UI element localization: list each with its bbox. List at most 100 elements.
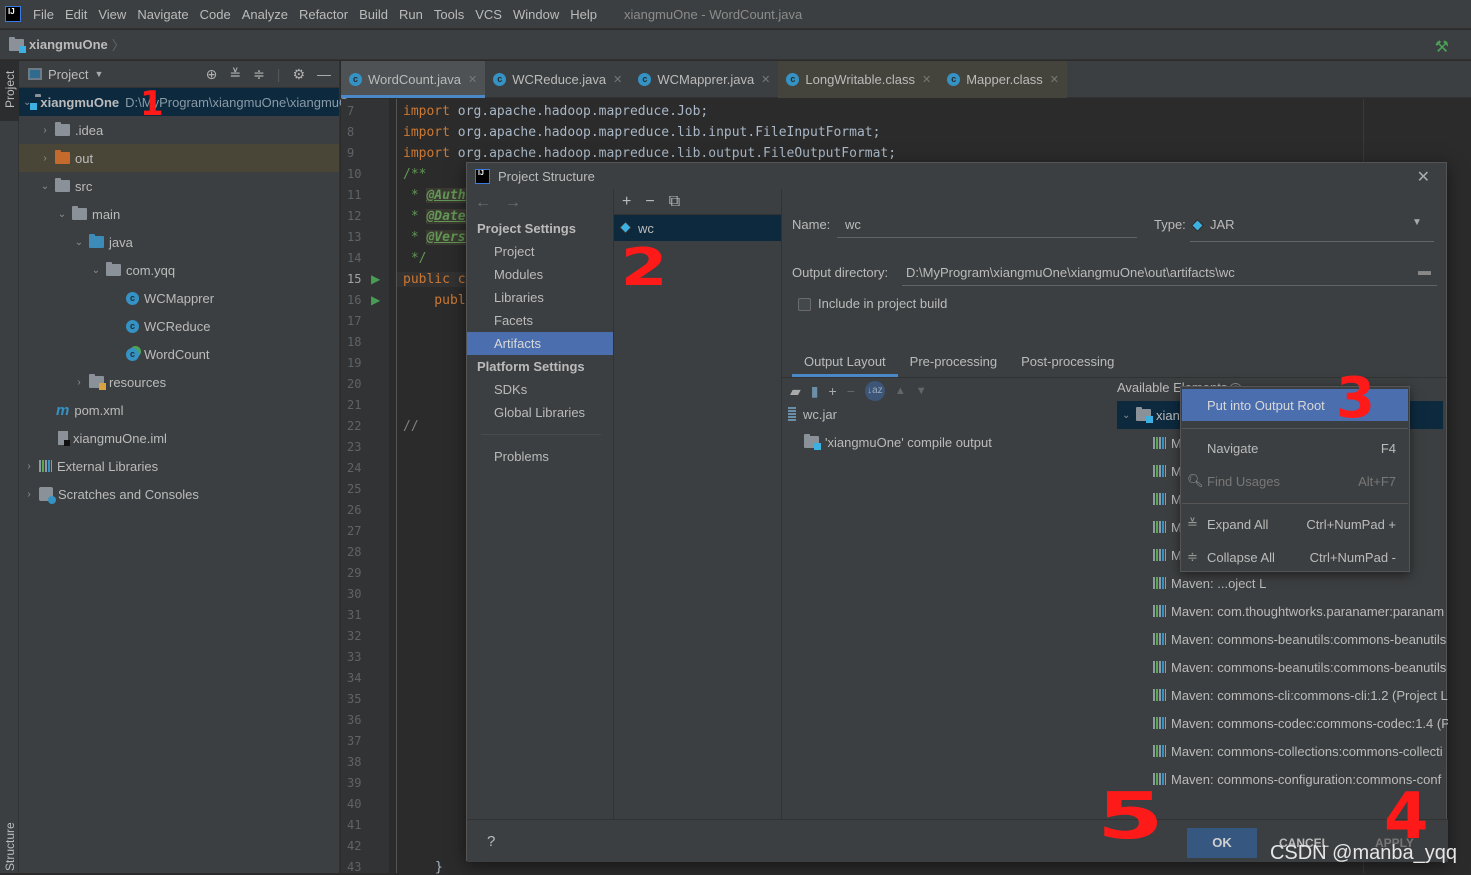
add-copy-icon[interactable]: + — [829, 383, 837, 399]
available-item[interactable]: Maven: commons-beanutils:commons-beanuti… — [1153, 625, 1448, 653]
close-icon[interactable]: ✕ — [468, 73, 477, 86]
menu-help[interactable]: Help — [570, 7, 597, 22]
tab-output-layout[interactable]: Output Layout — [792, 349, 898, 377]
copy-icon[interactable]: ⧉ — [669, 193, 680, 211]
tree-item-idea[interactable]: › .idea — [19, 116, 339, 144]
tab-wcmapprer-java[interactable]: c WCMapprer.java ✕ — [630, 61, 778, 98]
close-icon[interactable]: ✕ — [1050, 73, 1059, 86]
browse-folder-icon[interactable]: ▬ — [1418, 263, 1431, 278]
menu-vcs[interactable]: VCS — [475, 7, 502, 22]
menu-item-navigate[interactable]: Navigate F4 — [1182, 432, 1408, 464]
tree-item-wcreduce[interactable]: c WCReduce — [19, 312, 339, 340]
tree-item-wordcount[interactable]: c WordCount — [19, 340, 339, 368]
help-button[interactable]: ? — [487, 833, 495, 850]
tab-wcreduce-java[interactable]: c WCReduce.java ✕ — [485, 61, 630, 98]
add-icon[interactable]: + — [622, 193, 631, 211]
tree-item-resources[interactable]: › resources — [19, 368, 339, 396]
menu-view[interactable]: View — [98, 7, 126, 22]
available-item[interactable]: Maven: com.thoughtworks.paranamer:parana… — [1153, 597, 1448, 625]
close-icon[interactable]: ✕ — [922, 73, 931, 86]
dialog-title-bar[interactable]: IJ Project Structure — [467, 163, 1446, 189]
nav-item-modules[interactable]: Modules — [467, 263, 613, 286]
nav-item-artifacts[interactable]: Artifacts — [467, 332, 613, 355]
nav-item-facets[interactable]: Facets — [467, 309, 613, 332]
available-item[interactable]: Maven: commons-cli:commons-cli:1.2 (Proj… — [1153, 681, 1448, 709]
chevron-down-icon[interactable]: ⌄ — [1122, 410, 1136, 421]
chevron-down-icon[interactable]: ⌄ — [39, 181, 51, 192]
tree-item-wcmapprer[interactable]: c WCMapprer — [19, 284, 339, 312]
nav-item-libraries[interactable]: Libraries — [467, 286, 613, 309]
back-arrow-icon[interactable]: ← — [475, 194, 491, 212]
menu-edit[interactable]: Edit — [65, 7, 87, 22]
run-gutter-icon[interactable]: ▶ — [371, 293, 380, 307]
tab-wordcount-java[interactable]: c WordCount.java ✕ — [341, 61, 486, 98]
chevron-down-icon[interactable]: ⌄ — [73, 237, 85, 248]
menu-file[interactable]: File — [33, 7, 54, 22]
remove-icon[interactable]: − — [645, 193, 654, 211]
nav-item-problems[interactable]: Problems — [467, 445, 613, 468]
menu-refactor[interactable]: Refactor — [299, 7, 348, 22]
menu-analyze[interactable]: Analyze — [242, 7, 288, 22]
chevron-right-icon[interactable]: › — [39, 153, 51, 164]
tree-item-iml[interactable]: xiangmuOne.iml — [19, 424, 339, 452]
tree-item-src[interactable]: ⌄ src — [19, 172, 339, 200]
expand-all-icon[interactable]: ≚ — [229, 66, 241, 83]
menu-window[interactable]: Window — [513, 7, 559, 22]
create-archive-icon[interactable]: ▮ — [811, 383, 819, 400]
chevron-down-icon[interactable]: ▼ — [1412, 217, 1422, 228]
locate-target-icon[interactable]: ⊕ — [206, 66, 218, 83]
remove-icon[interactable]: − — [847, 383, 855, 399]
breadcrumb-project[interactable]: xiangmuOne — [29, 37, 108, 52]
chevron-down-icon[interactable]: ▼ — [94, 69, 103, 79]
move-up-icon[interactable]: ▲ — [895, 385, 906, 397]
tree-item-package[interactable]: ⌄ com.yqq — [19, 256, 339, 284]
minimize-icon[interactable]: — — [317, 66, 331, 83]
tool-tab-structure-label[interactable]: Structure — [3, 822, 17, 871]
chevron-right-icon[interactable]: › — [23, 461, 35, 472]
close-icon[interactable]: ✕ — [761, 73, 770, 86]
menu-run[interactable]: Run — [399, 7, 423, 22]
menu-item-collapse-all[interactable]: ≑ Collapse All Ctrl+NumPad - — [1182, 541, 1408, 573]
type-select[interactable]: JAR — [1192, 217, 1235, 232]
tab-mapper-class[interactable]: c Mapper.class ✕ — [939, 61, 1068, 98]
nav-item-global-libraries[interactable]: Global Libraries — [467, 401, 613, 424]
ok-button[interactable]: OK — [1187, 828, 1257, 858]
layout-item-jar[interactable]: wc.jar — [788, 401, 837, 427]
close-icon[interactable]: ✕ — [613, 73, 622, 86]
gear-icon[interactable]: ⚙ — [292, 66, 305, 83]
tree-item-main[interactable]: ⌄ main — [19, 200, 339, 228]
nav-item-project[interactable]: Project — [467, 240, 613, 263]
output-dir-input[interactable]: D:\MyProgram\xiangmuOne\xiangmuOne\out\a… — [906, 265, 1235, 280]
checkbox[interactable] — [798, 298, 811, 312]
tree-root-xiangmuOne[interactable]: ⌄ xiangmuOne D:\MyProgram\xiangmuOne\xia… — [19, 88, 364, 116]
menu-build[interactable]: Build — [359, 7, 388, 22]
chevron-down-icon[interactable]: ⌄ — [90, 265, 102, 276]
available-item[interactable]: Maven: ...oject L — [1153, 569, 1448, 597]
menu-code[interactable]: Code — [200, 7, 231, 22]
tree-item-pom[interactable]: m pom.xml — [19, 396, 339, 424]
tab-pre-processing[interactable]: Pre-processing — [898, 349, 1009, 375]
available-item[interactable]: Maven: commons-collections:commons-colle… — [1153, 737, 1448, 765]
menu-item-expand-all[interactable]: ≚ Expand All Ctrl+NumPad + — [1182, 508, 1408, 540]
menu-navigate[interactable]: Navigate — [137, 7, 188, 22]
build-hammer-icon[interactable]: ⚒ — [1435, 37, 1449, 57]
menu-item-find-usages[interactable]: 🔍︎ Find Usages Alt+F7 — [1182, 465, 1408, 497]
menu-tools[interactable]: Tools — [434, 7, 464, 22]
tree-item-scratches[interactable]: › Scratches and Consoles — [19, 480, 339, 508]
forward-arrow-icon[interactable]: → — [505, 194, 521, 212]
layout-item-compile-output[interactable]: 'xiangmuOne' compile output — [804, 429, 992, 455]
chevron-right-icon[interactable]: › — [23, 489, 35, 500]
chevron-down-icon[interactable]: ⌄ — [56, 209, 68, 220]
tree-item-out[interactable]: › out — [19, 144, 339, 172]
collapse-all-icon[interactable]: ≑ — [253, 66, 265, 83]
tool-tab-project-label[interactable]: Project — [3, 71, 17, 108]
available-item[interactable]: Maven: commons-beanutils:commons-beanuti… — [1153, 653, 1448, 681]
chevron-right-icon[interactable]: › — [39, 125, 51, 136]
tab-post-processing[interactable]: Post-processing — [1009, 349, 1126, 375]
tree-item-external-libraries[interactable]: › External Libraries — [19, 452, 339, 480]
run-gutter-icon[interactable]: ▶ — [371, 272, 380, 286]
chevron-right-icon[interactable]: › — [73, 377, 85, 388]
project-view-selector[interactable]: Project — [48, 67, 88, 82]
tree-item-java[interactable]: ⌄ java — [19, 228, 339, 256]
new-directory-icon[interactable]: ▰ — [790, 383, 801, 400]
